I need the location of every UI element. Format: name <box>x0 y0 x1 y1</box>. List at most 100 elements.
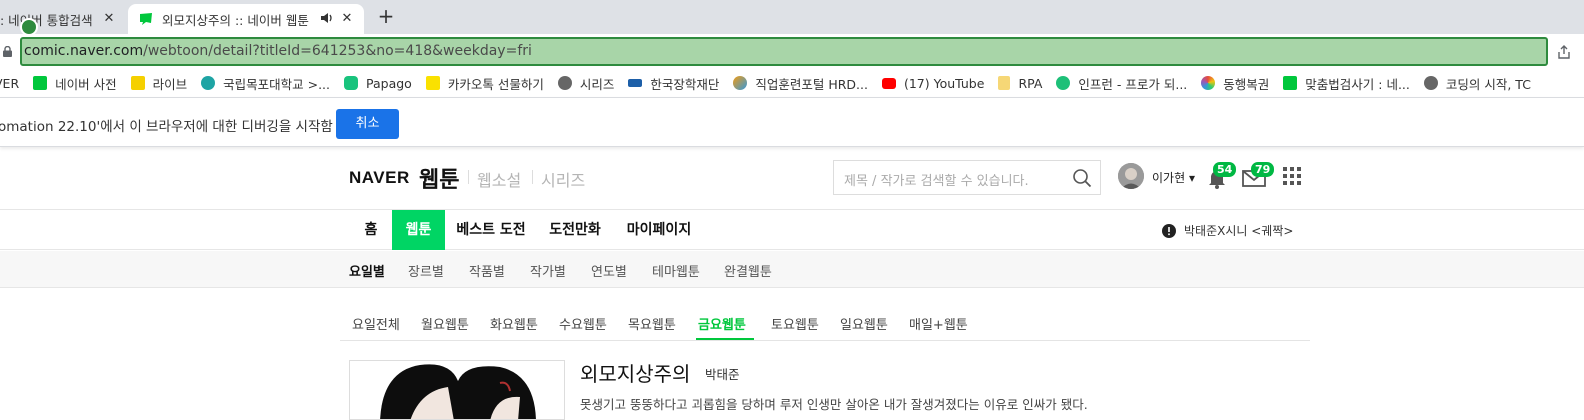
tab-tuesday[interactable]: 화요웹툰 <box>490 314 538 333</box>
mokpo-university-icon <box>201 76 216 90</box>
kakao-gift-icon <box>425 76 440 90</box>
afreeca-icon <box>130 76 145 90</box>
naver-spellcheck-icon <box>1283 76 1298 90</box>
webtoon-service-title[interactable]: 웹툰 <box>419 162 459 194</box>
tab-webtoon[interactable]: 외모지상주의 :: 네이버 웹툰 ✕ <box>128 4 364 34</box>
speaker-icon[interactable] <box>320 11 334 25</box>
bookmark-label: 직업훈련포털 HRD... <box>755 76 868 92</box>
comic-cover-image <box>350 361 564 419</box>
bookmark-papago[interactable]: Papago <box>344 76 412 91</box>
bookmark-live[interactable]: 라이브 <box>130 74 187 93</box>
bookmark-rpa-folder[interactable]: RPA <box>998 76 1042 91</box>
tab-wednesday[interactable]: 수요웹툰 <box>559 314 607 333</box>
hrd-icon <box>733 76 748 90</box>
user-name: 이가현 <box>1152 171 1186 185</box>
tab-by-year[interactable]: 연도별 <box>591 261 627 280</box>
bookmark-coding[interactable]: 코딩의 시작, TC <box>1423 74 1531 93</box>
globe-icon <box>557 76 572 90</box>
lock-icon[interactable] <box>3 46 12 57</box>
bookmark-spellcheck[interactable]: 맞춤법검사기 : 네... <box>1283 74 1410 93</box>
bookmark-inflearn[interactable]: 인프런 - 프로가 되... <box>1056 74 1187 93</box>
bookmark-label: 인프런 - 프로가 되... <box>1078 76 1188 92</box>
infobar-message: omation 22.10'에서 이 브라우저에 대한 디버깅을 시작함 <box>0 119 333 135</box>
bookmark-mokpo-university[interactable]: 국립목포대학교 >... <box>201 74 330 93</box>
tab-completed-webtoon[interactable]: 완결웹툰 <box>724 261 772 280</box>
share-icon[interactable] <box>1556 44 1572 60</box>
avatar[interactable] <box>1118 163 1144 189</box>
bookmark-label: VER <box>0 75 20 91</box>
tab-by-day[interactable]: 요일별 <box>349 261 385 280</box>
series-link[interactable]: 시리즈 <box>541 167 585 191</box>
bookmark-hrd[interactable]: 직업훈련포털 HRD... <box>733 74 868 93</box>
papago-icon <box>344 76 359 90</box>
address-bar[interactable]: comic.naver.com/webtoon/detail?titleId=6… <box>20 37 1548 66</box>
search-box[interactable]: 제목 / 작가로 검색할 수 있습니다. <box>833 160 1101 195</box>
close-tab-icon[interactable]: ✕ <box>100 10 118 28</box>
bookmark-label: 한국장학재단 <box>650 76 720 92</box>
bookmark-label: 시리즈 <box>579 76 615 92</box>
tab-naver-search[interactable]: : 네이버 통합검색 ✕ <box>0 4 126 34</box>
tab-friday[interactable]: 금요웹툰 <box>698 314 746 333</box>
nav-challenge-comics[interactable]: 도전만화 <box>545 210 605 250</box>
bookmark-label: Papago <box>366 75 412 91</box>
inflearn-icon <box>1056 76 1071 90</box>
bookmark-naver-dictionary[interactable]: 네이버 사전 <box>33 74 117 93</box>
nav-webtoon[interactable]: 웹툰 <box>392 210 445 250</box>
globe-icon <box>1423 76 1438 90</box>
bookmark-naver[interactable]: VER <box>0 76 19 91</box>
tab-theme-webtoon[interactable]: 테마웹툰 <box>652 261 700 280</box>
naver-dictionary-icon <box>33 76 48 90</box>
naver-logo[interactable]: NAVER <box>349 168 410 188</box>
bookmark-label: (17) YouTube <box>903 75 985 91</box>
tab-sunday[interactable]: 일요웹툰 <box>840 314 888 333</box>
tab-title: : 네이버 통합검색 <box>0 12 93 28</box>
tab-thursday[interactable]: 목요웹툰 <box>628 314 676 333</box>
nav-best-challenge[interactable]: 베스트 도전 <box>453 210 529 250</box>
folder-icon <box>998 76 1011 90</box>
search-icon[interactable] <box>1072 168 1092 188</box>
url-text[interactable]: comic.naver.com/webtoon/detail?titleId=6… <box>24 43 532 59</box>
youtube-icon <box>881 77 896 89</box>
bookmark-label: 동행복권 <box>1223 76 1270 92</box>
search-input[interactable]: 제목 / 작가로 검색할 수 있습니다. <box>844 170 1029 189</box>
bookmark-scholarship[interactable]: 한국장학재단 <box>628 74 719 93</box>
notice-text: 박태준X시니 <궤짝> <box>1184 224 1294 238</box>
graduation-cap-icon <box>628 79 643 87</box>
bookmark-lottery[interactable]: 동행복권 <box>1201 74 1269 93</box>
close-tab-icon[interactable]: ✕ <box>338 10 356 28</box>
tab-by-genre[interactable]: 장르별 <box>408 261 444 280</box>
alert-icon <box>1162 223 1176 238</box>
automation-extension-icon[interactable] <box>20 18 38 36</box>
nav-my-page[interactable]: 마이페이지 <box>622 210 696 250</box>
site-header: NAVER 웹툰 웹소설 시리즈 제목 / 작가로 검색할 수 있습니다. 이가… <box>0 148 1584 210</box>
debugging-infobar: omation 22.10'에서 이 브라우저에 대한 디버깅을 시작함 취소 <box>0 97 1584 147</box>
nav-home[interactable]: 홈 <box>356 210 386 250</box>
apps-grid-icon[interactable] <box>1283 167 1301 185</box>
tab-title: 외모지상주의 :: 네이버 웹툰 <box>162 12 309 28</box>
bookmark-youtube[interactable]: (17) YouTube <box>881 75 985 91</box>
divider <box>468 170 469 184</box>
webnovel-link[interactable]: 웹소설 <box>477 167 521 191</box>
comic-author[interactable]: 박태준 <box>705 364 740 383</box>
bookmark-label: 코딩의 시작, TC <box>1445 76 1531 92</box>
comic-thumbnail[interactable] <box>349 360 565 420</box>
divider <box>532 170 533 184</box>
new-tab-button[interactable]: + <box>374 6 398 28</box>
user-photo-icon <box>1118 163 1144 189</box>
bookmark-kakao-gift[interactable]: 카카오톡 선물하기 <box>425 74 544 93</box>
tab-all-days[interactable]: 요일전체 <box>352 314 400 333</box>
bookmark-label: 국립목포대학교 >... <box>223 76 331 92</box>
notification-count-badge: 54 <box>1213 162 1237 177</box>
notice-banner[interactable]: 박태준X시니 <궤짝> <box>1162 222 1293 239</box>
lottery-icon <box>1201 76 1216 90</box>
active-tab-indicator <box>696 338 754 340</box>
bookmark-series[interactable]: 시리즈 <box>557 74 615 93</box>
user-name-dropdown[interactable]: 이가현 ▾ <box>1152 169 1195 186</box>
tab-monday[interactable]: 월요웹툰 <box>421 314 469 333</box>
tab-daily-plus[interactable]: 매일+웹툰 <box>909 314 968 333</box>
tab-by-author[interactable]: 작가별 <box>530 261 566 280</box>
cancel-button[interactable]: 취소 <box>336 109 399 139</box>
url-path: /webtoon/detail?titleId=641253&no=418&we… <box>143 43 532 59</box>
tab-by-title[interactable]: 작품별 <box>469 261 505 280</box>
tab-saturday[interactable]: 토요웹툰 <box>771 314 819 333</box>
